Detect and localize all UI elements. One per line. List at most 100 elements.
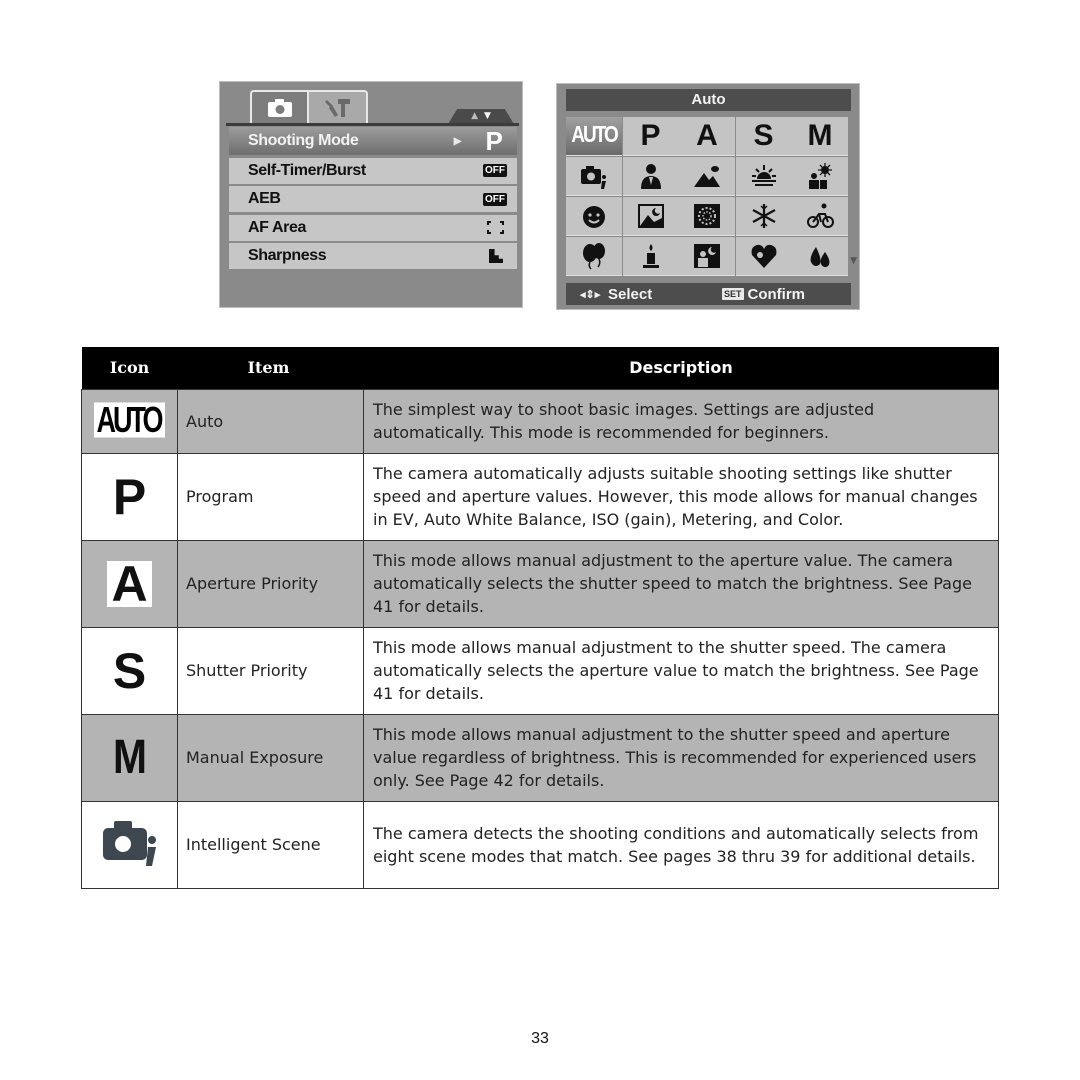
setup-tab[interactable] [309,90,368,123]
tab-divider [226,123,519,126]
wrench-hammer-icon [324,98,350,117]
night-portrait-icon [694,244,720,268]
portrait-icon [640,164,661,189]
camera-menu-screen: ▲ ▼ Shooting Mode ▶ P Self-Timer/Burst O… [219,81,523,308]
landscape-icon [694,166,720,187]
mode-night-portrait[interactable] [679,237,735,276]
shutter-mode-icon: S [112,642,147,699]
mode-landscape[interactable] [679,157,735,196]
scroll-down-icon[interactable]: ▼ [850,256,857,266]
set-button-icon: SET [722,288,744,300]
table-row: M Manual Exposure This mode allows manua… [81,713,999,802]
mode-indoor-candle[interactable] [622,237,679,276]
menu-item-label: Self-Timer/Burst [248,161,366,179]
backlight-icon [809,163,832,189]
confirm-hint: Confirm [747,285,806,303]
sharpness-normal-icon [489,249,503,263]
select-hint: Select [608,285,653,303]
item-name: Aperture Priority [177,539,364,628]
camera-tab[interactable] [250,90,309,123]
mode-title: Auto [566,89,851,111]
mode-intelligent-scene[interactable] [566,157,622,196]
auto-mode-icon: AUTO [571,122,619,148]
mode-footer: ◂⇕▸ Select SET Confirm [566,283,851,305]
aperture-mode-icon: A [107,559,152,609]
fireworks-icon [694,204,720,228]
mode-program[interactable]: P [622,117,679,156]
mode-auto[interactable]: AUTO [566,117,622,156]
party-icon [583,243,605,270]
mode-children[interactable] [566,197,622,236]
camera-icon [267,98,292,117]
mode-party[interactable] [566,237,622,276]
table-row: AUTO Auto The simplest way to shoot basi… [81,388,999,454]
mode-selector-screen: Auto AUTO P A S M ▼ ◂⇕▸ Select SET Confi… [556,83,860,310]
menu-item-label: AEB [248,190,281,207]
soft-skin-icon [751,244,776,268]
mode-backlight[interactable] [792,157,848,196]
mode-fireworks[interactable] [679,197,735,236]
table-row: S Shutter Priority This mode allows manu… [81,626,999,715]
menu-item-label: Sharpness [248,247,327,264]
mode-water[interactable] [792,237,848,276]
menu-item-af-area[interactable]: AF Area [229,214,517,241]
water-icon [810,247,830,268]
mode-manual[interactable]: M [792,117,848,156]
program-mode-icon: P [112,468,147,525]
night-scene-icon [637,204,664,228]
menu-item-shooting-mode[interactable]: Shooting Mode ▶ P [229,125,517,156]
menu-tabs [250,90,368,123]
table-row: A Aperture Priority This mode allows man… [81,539,999,628]
menu-item-label: AF Area [248,218,306,236]
item-description: This mode allows manual adjustment to th… [363,539,999,628]
header-description: Description [363,347,999,389]
item-description: This mode allows manual adjustment to th… [363,713,999,802]
mode-sunset[interactable] [735,157,792,196]
table-row: Intelligent Scene The camera detects the… [81,800,999,889]
table-row: P Program The camera automatically adjus… [81,452,999,541]
item-name: Intelligent Scene [177,800,364,889]
off-badge: OFF [483,192,507,206]
page-number: 33 [531,1030,549,1047]
off-badge: OFF [483,164,507,177]
mode-shutter[interactable]: S [735,117,792,156]
menu-item-self-timer-burst[interactable]: Self-Timer/Burst OFF [229,157,517,184]
af-area-wide-icon [487,221,504,234]
table-header-row: Icon Item Description [81,347,999,389]
mode-portrait[interactable] [622,157,679,196]
submenu-arrow-icon: ▶ [453,135,462,147]
mode-sports[interactable] [792,197,848,236]
sports-icon [807,203,834,228]
manual-mode-icon: M [807,119,833,152]
item-name: Shutter Priority [177,626,364,715]
program-mode-value: P [485,125,503,156]
item-description: This mode allows manual adjustment to th… [363,626,999,715]
mode-grid: AUTO P A S M [566,117,849,276]
program-mode-icon: P [640,119,661,152]
item-description: The camera detects the shooting conditio… [363,800,999,889]
scroll-up-icon[interactable]: ▲ [471,112,478,121]
item-name: Manual Exposure [177,713,364,802]
scroll-indicator: ▲ ▼ [448,109,514,124]
item-description: The simplest way to shoot basic images. … [363,388,999,454]
mode-night-scene[interactable] [622,197,679,236]
snow-icon [751,204,776,228]
mode-soft-skin[interactable] [735,237,792,276]
intelligent-scene-icon [102,820,156,866]
menu-item-aeb[interactable]: AEB OFF [229,186,517,212]
shutter-mode-icon: S [753,119,774,152]
mode-snow[interactable] [735,197,792,236]
scroll-down-icon[interactable]: ▼ [484,112,491,121]
aperture-mode-icon: A [696,119,718,152]
menu-item-sharpness[interactable]: Sharpness [229,243,517,269]
sunset-icon [751,165,776,186]
intelligent-scene-icon [581,166,606,189]
indoor-candle-icon [642,244,659,268]
header-icon: Icon [81,347,178,389]
navigation-icon: ◂⇕▸ [580,288,601,301]
item-name: Auto [177,388,364,454]
item-name: Program [177,452,364,541]
header-item: Item [177,347,364,389]
auto-mode-icon: AUTO [94,402,165,438]
mode-aperture[interactable]: A [679,117,735,156]
